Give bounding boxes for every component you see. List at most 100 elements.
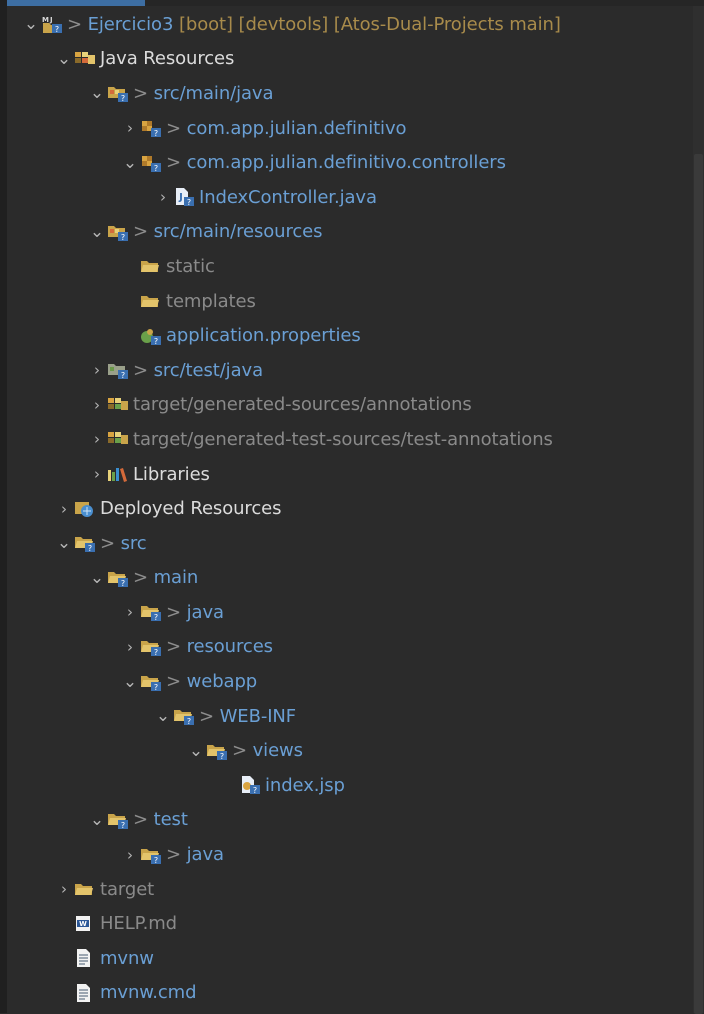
svg-text:?: ?: [121, 821, 125, 830]
chevron-down-icon[interactable]: ⌄: [87, 568, 107, 588]
tree-item[interactable]: static: [7, 249, 692, 284]
tree-item-name: resources: [186, 636, 273, 658]
outgoing-change-marker: >: [133, 82, 148, 104]
svg-text:?: ?: [220, 752, 224, 761]
libraries-icon: [107, 464, 133, 484]
svg-text:?: ?: [154, 164, 158, 173]
chevron-right-icon[interactable]: ›: [87, 465, 107, 483]
tree-item-name: java: [186, 601, 224, 623]
outgoing-change-marker: >: [232, 740, 247, 762]
tree-item[interactable]: ⌄? > main: [7, 561, 692, 596]
svg-text:W: W: [79, 920, 87, 928]
tree-item[interactable]: ⌄? > test: [7, 803, 692, 838]
tree-item-label: > java: [166, 602, 224, 623]
generated-sources-icon: [107, 395, 133, 415]
tree-item[interactable]: ? application.properties: [7, 318, 692, 353]
tree-item-name: views: [252, 740, 303, 762]
chevron-right-icon[interactable]: ›: [87, 430, 107, 448]
tree-item[interactable]: W HELP.md: [7, 906, 692, 941]
outgoing-change-marker: >: [166, 152, 181, 174]
chevron-down-icon[interactable]: ⌄: [21, 14, 41, 34]
svg-text:?: ?: [121, 233, 125, 242]
tree-item[interactable]: ⌄? > webapp: [7, 664, 692, 699]
tree-item[interactable]: ›? > java: [7, 837, 692, 872]
chevron-right-icon[interactable]: ›: [120, 846, 140, 864]
chevron-right-icon[interactable]: ›: [87, 361, 107, 379]
tree-item[interactable]: ⌄? > WEB-INF: [7, 699, 692, 734]
chevron-right-icon[interactable]: ›: [153, 188, 173, 206]
package-icon: ?: [140, 118, 166, 138]
folder-repo-icon: ?: [74, 533, 100, 553]
tree-item[interactable]: › target: [7, 872, 692, 907]
folder-icon: [74, 880, 100, 898]
chevron-down-icon[interactable]: ⌄: [120, 153, 140, 173]
chevron-down-icon[interactable]: ⌄: [186, 741, 206, 761]
tree-item[interactable]: ⌄? > com.app.julian.definitivo.controller…: [7, 145, 692, 180]
tree-item[interactable]: templates: [7, 284, 692, 319]
tree-item-name: target: [100, 878, 155, 900]
tree-item[interactable]: ⌄ M J? > Ejercicio3 [boot] [devtools] [Atos…: [7, 7, 692, 42]
tree-item-label: IndexController.java: [199, 187, 377, 208]
chevron-down-icon[interactable]: ⌄: [87, 83, 107, 103]
tree-item[interactable]: mvnw: [7, 941, 692, 976]
tree-item-name: IndexController.java: [199, 186, 377, 208]
svg-text:?: ?: [154, 337, 158, 346]
chevron-right-icon[interactable]: ›: [120, 603, 140, 621]
tree-item-name: index.jsp: [265, 774, 345, 796]
view-tab-strip: [7, 0, 704, 6]
package-icon: ?: [140, 153, 166, 173]
chevron-right-icon[interactable]: ›: [87, 396, 107, 414]
chevron-right-icon[interactable]: ›: [120, 638, 140, 656]
chevron-down-icon[interactable]: ⌄: [120, 672, 140, 692]
scrollbar-thumb[interactable]: [694, 154, 703, 1014]
vertical-scrollbar[interactable]: [693, 6, 704, 1014]
chevron-down-icon[interactable]: ⌄: [54, 533, 74, 553]
tree-item-name: Libraries: [133, 463, 210, 485]
svg-text:J: J: [178, 192, 183, 203]
tree-item[interactable]: › target/generated-test-sources/test-anno…: [7, 422, 692, 457]
tree-item[interactable]: ⌄? > views: [7, 733, 692, 768]
chevron-down-icon[interactable]: ⌄: [54, 49, 74, 69]
outgoing-change-marker: >: [166, 636, 181, 658]
tree-item-label: target: [100, 879, 154, 900]
tree-item-label: Deployed Resources: [100, 498, 281, 519]
active-view-tab[interactable]: [7, 0, 145, 6]
tree-item-label: templates: [166, 291, 256, 312]
tree-item[interactable]: ⌄? > src: [7, 526, 692, 561]
tree-item-name: WEB-INF: [219, 705, 297, 727]
tree-item[interactable]: ›? > src/test/java: [7, 353, 692, 388]
tree-item[interactable]: › J? IndexController.java: [7, 180, 692, 215]
outgoing-change-marker: >: [133, 809, 148, 831]
tree-item[interactable]: ⌄ Java Resources: [7, 42, 692, 77]
tree-item[interactable]: ⌄? > src/main/java: [7, 76, 692, 111]
folder-icon: [140, 292, 166, 310]
tree-item[interactable]: › Deployed Resources: [7, 491, 692, 526]
svg-text:?: ?: [187, 198, 191, 207]
tree-item[interactable]: › Libraries: [7, 457, 692, 492]
tree-item-label: > src/main/java: [133, 82, 274, 104]
folder-repo-icon: ?: [107, 568, 133, 588]
svg-text:?: ?: [154, 683, 158, 692]
tree-item-label: > resources: [166, 636, 273, 657]
chevron-right-icon[interactable]: ›: [54, 880, 74, 898]
chevron-down-icon[interactable]: ⌄: [87, 222, 107, 242]
svg-text:?: ?: [253, 786, 257, 795]
chevron-right-icon[interactable]: ›: [54, 500, 74, 518]
tree-item-label: > Ejercicio3 [boot] [devtools] [Atos-Dua…: [67, 14, 561, 35]
tree-item[interactable]: mvnw.cmd: [7, 976, 692, 1011]
svg-text:?: ?: [55, 25, 59, 34]
chevron-down-icon[interactable]: ⌄: [153, 706, 173, 726]
outgoing-change-marker: >: [166, 601, 181, 623]
tree-item-name: webapp: [186, 671, 258, 693]
tree-item[interactable]: ›? > com.app.julian.definitivo: [7, 111, 692, 146]
chevron-right-icon[interactable]: ›: [120, 119, 140, 137]
outgoing-change-marker: >: [166, 117, 181, 139]
tree-item[interactable]: ⌄? > src/main/resources: [7, 215, 692, 250]
tree-item[interactable]: ? index.jsp: [7, 768, 692, 803]
tree-item[interactable]: ›? > java: [7, 595, 692, 630]
chevron-down-icon[interactable]: ⌄: [87, 810, 107, 830]
tree-item[interactable]: › target/generated-sources/annotations: [7, 388, 692, 423]
outgoing-change-marker: >: [199, 705, 214, 727]
java-file-icon: J?: [173, 187, 199, 207]
tree-item[interactable]: ›? > resources: [7, 630, 692, 665]
